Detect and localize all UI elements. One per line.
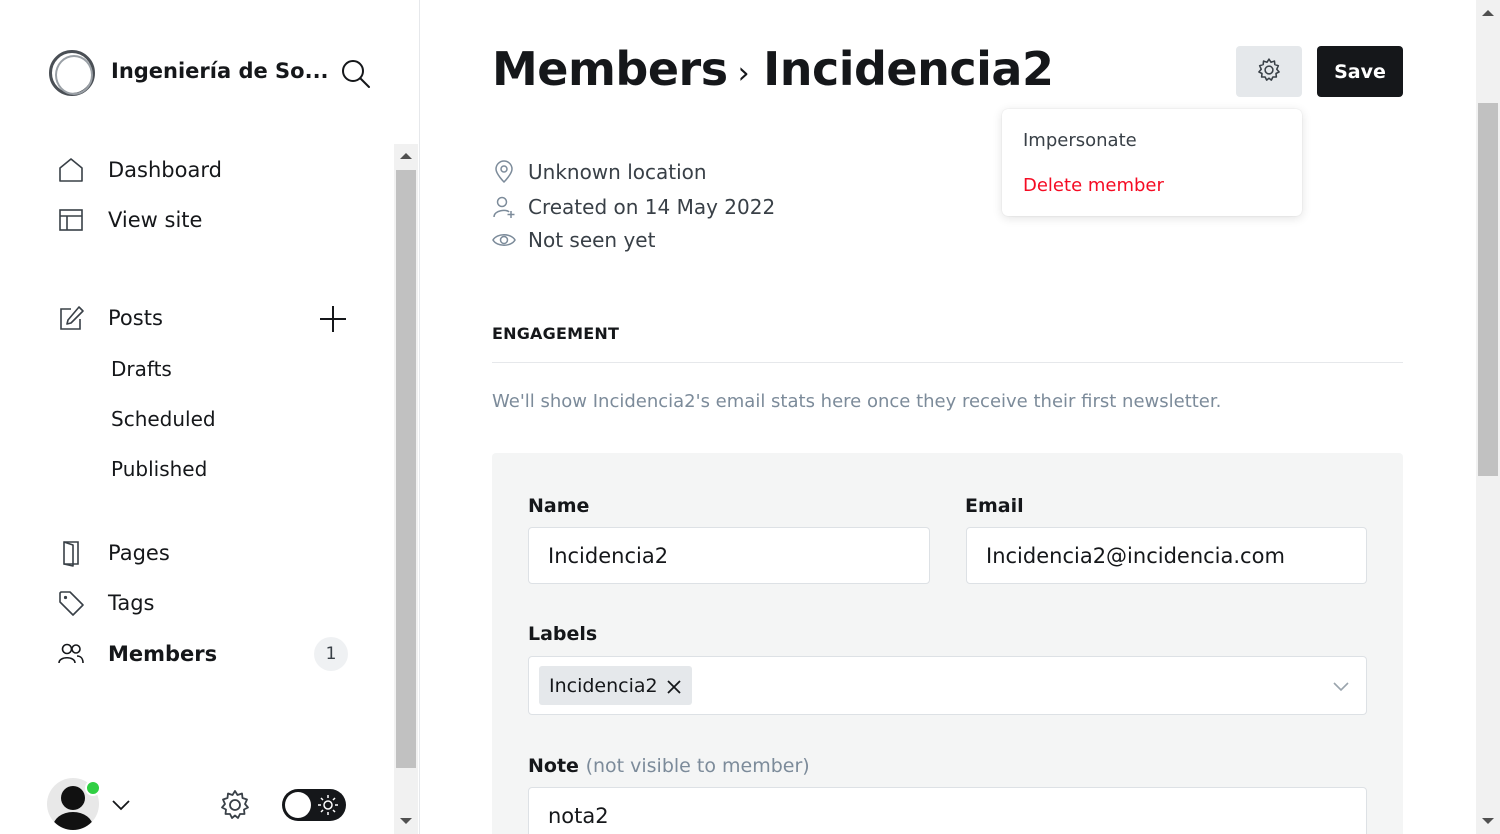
sidebar-item-members[interactable]: Members [56,636,217,672]
sidebar-item-posts[interactable]: Posts [56,300,163,336]
chevron-down-icon[interactable] [110,794,132,816]
sidebar-item-label: Dashboard [108,158,222,182]
note-hint: (not visible to member) [585,755,810,777]
email-input[interactable] [966,527,1367,584]
page-icon [56,538,86,568]
members-icon [56,639,86,669]
page-scrollbar[interactable] [1476,0,1500,834]
scroll-up-arrow-icon[interactable] [1482,10,1494,16]
sidebar-item-view-site[interactable]: View site [56,202,202,238]
breadcrumb-parent[interactable]: Members [492,42,728,96]
edit-icon [56,303,86,333]
online-status-dot [85,780,101,796]
created-text: Created on 14 May 2022 [528,195,776,219]
sun-icon [317,794,339,816]
breadcrumb: Members › Incidencia2 [492,42,1054,96]
layout-icon [56,205,86,235]
scroll-down-arrow-icon[interactable] [1482,818,1494,824]
location-text: Unknown location [528,160,707,184]
engagement-message: We'll show Incidencia2's email stats her… [492,391,1222,412]
member-actions-dropdown: Impersonate Delete member [1002,109,1302,216]
sidebar-scrollbar[interactable] [394,144,418,834]
settings-icon[interactable] [217,787,253,823]
label-token-text: Incidencia2 [549,674,658,697]
tag-icon [56,588,86,618]
labels-select[interactable]: Incidencia2 [528,656,1367,715]
page-title: Incidencia2 [763,42,1054,96]
sidebar-item-drafts[interactable]: Drafts [111,357,172,381]
site-logo[interactable] [49,50,95,96]
location-pin-icon [492,160,516,184]
sidebar-item-label: View site [108,208,203,232]
theme-toggle[interactable] [282,789,346,821]
member-location: Unknown location [492,158,707,186]
sidebar-item-published[interactable]: Published [111,457,207,481]
close-icon[interactable] [666,678,682,694]
engagement-heading: ENGAGEMENT [492,324,620,343]
sidebar-item-label: Tags [108,591,155,615]
delete-member-menu-item[interactable]: Delete member [1023,175,1164,196]
site-title[interactable]: Ingeniería de So... [111,59,329,83]
user-add-icon [492,195,516,219]
member-last-seen: Not seen yet [492,226,655,254]
last-seen-text: Not seen yet [528,228,656,252]
sidebar-item-pages[interactable]: Pages [56,535,170,571]
sidebar: Ingeniería de So... Dashboard View site … [0,0,420,834]
note-label: Note (not visible to member) [528,755,810,777]
member-form: Name Email Labels Incidencia2 Note (not … [492,453,1403,834]
sidebar-item-dashboard[interactable]: Dashboard [56,152,222,188]
member-actions-button[interactable] [1236,46,1302,97]
member-created: Created on 14 May 2022 [492,193,775,221]
note-label-text: Note [528,755,579,777]
impersonate-menu-item[interactable]: Impersonate [1023,130,1137,151]
main-content: Members › Incidencia2 Save Unknown locat… [420,0,1476,834]
sidebar-item-scheduled[interactable]: Scheduled [111,407,216,431]
sidebar-item-label: Pages [108,541,170,565]
note-input[interactable] [528,787,1367,834]
labels-label: Labels [528,623,598,645]
name-label: Name [528,495,590,517]
sidebar-item-tags[interactable]: Tags [56,585,155,621]
breadcrumb-chevron-icon: › [737,55,750,91]
chevron-down-icon [1330,675,1352,697]
sidebar-item-label: Posts [108,306,163,330]
email-label: Email [965,495,1024,517]
members-count-badge: 1 [314,637,348,671]
scroll-down-arrow-icon[interactable] [400,818,412,824]
save-button[interactable]: Save [1317,46,1403,97]
new-post-plus-icon[interactable] [316,302,350,336]
scroll-up-arrow-icon[interactable] [400,153,412,159]
settings-icon [1255,56,1283,88]
name-input[interactable] [528,527,930,584]
label-token: Incidencia2 [539,666,692,705]
home-icon [56,155,86,185]
scrollbar-thumb[interactable] [396,170,416,768]
sidebar-item-label: Members [108,642,218,666]
scrollbar-thumb[interactable] [1478,103,1498,476]
eye-icon [492,228,516,252]
divider [492,362,1403,363]
search-icon[interactable] [338,56,372,90]
